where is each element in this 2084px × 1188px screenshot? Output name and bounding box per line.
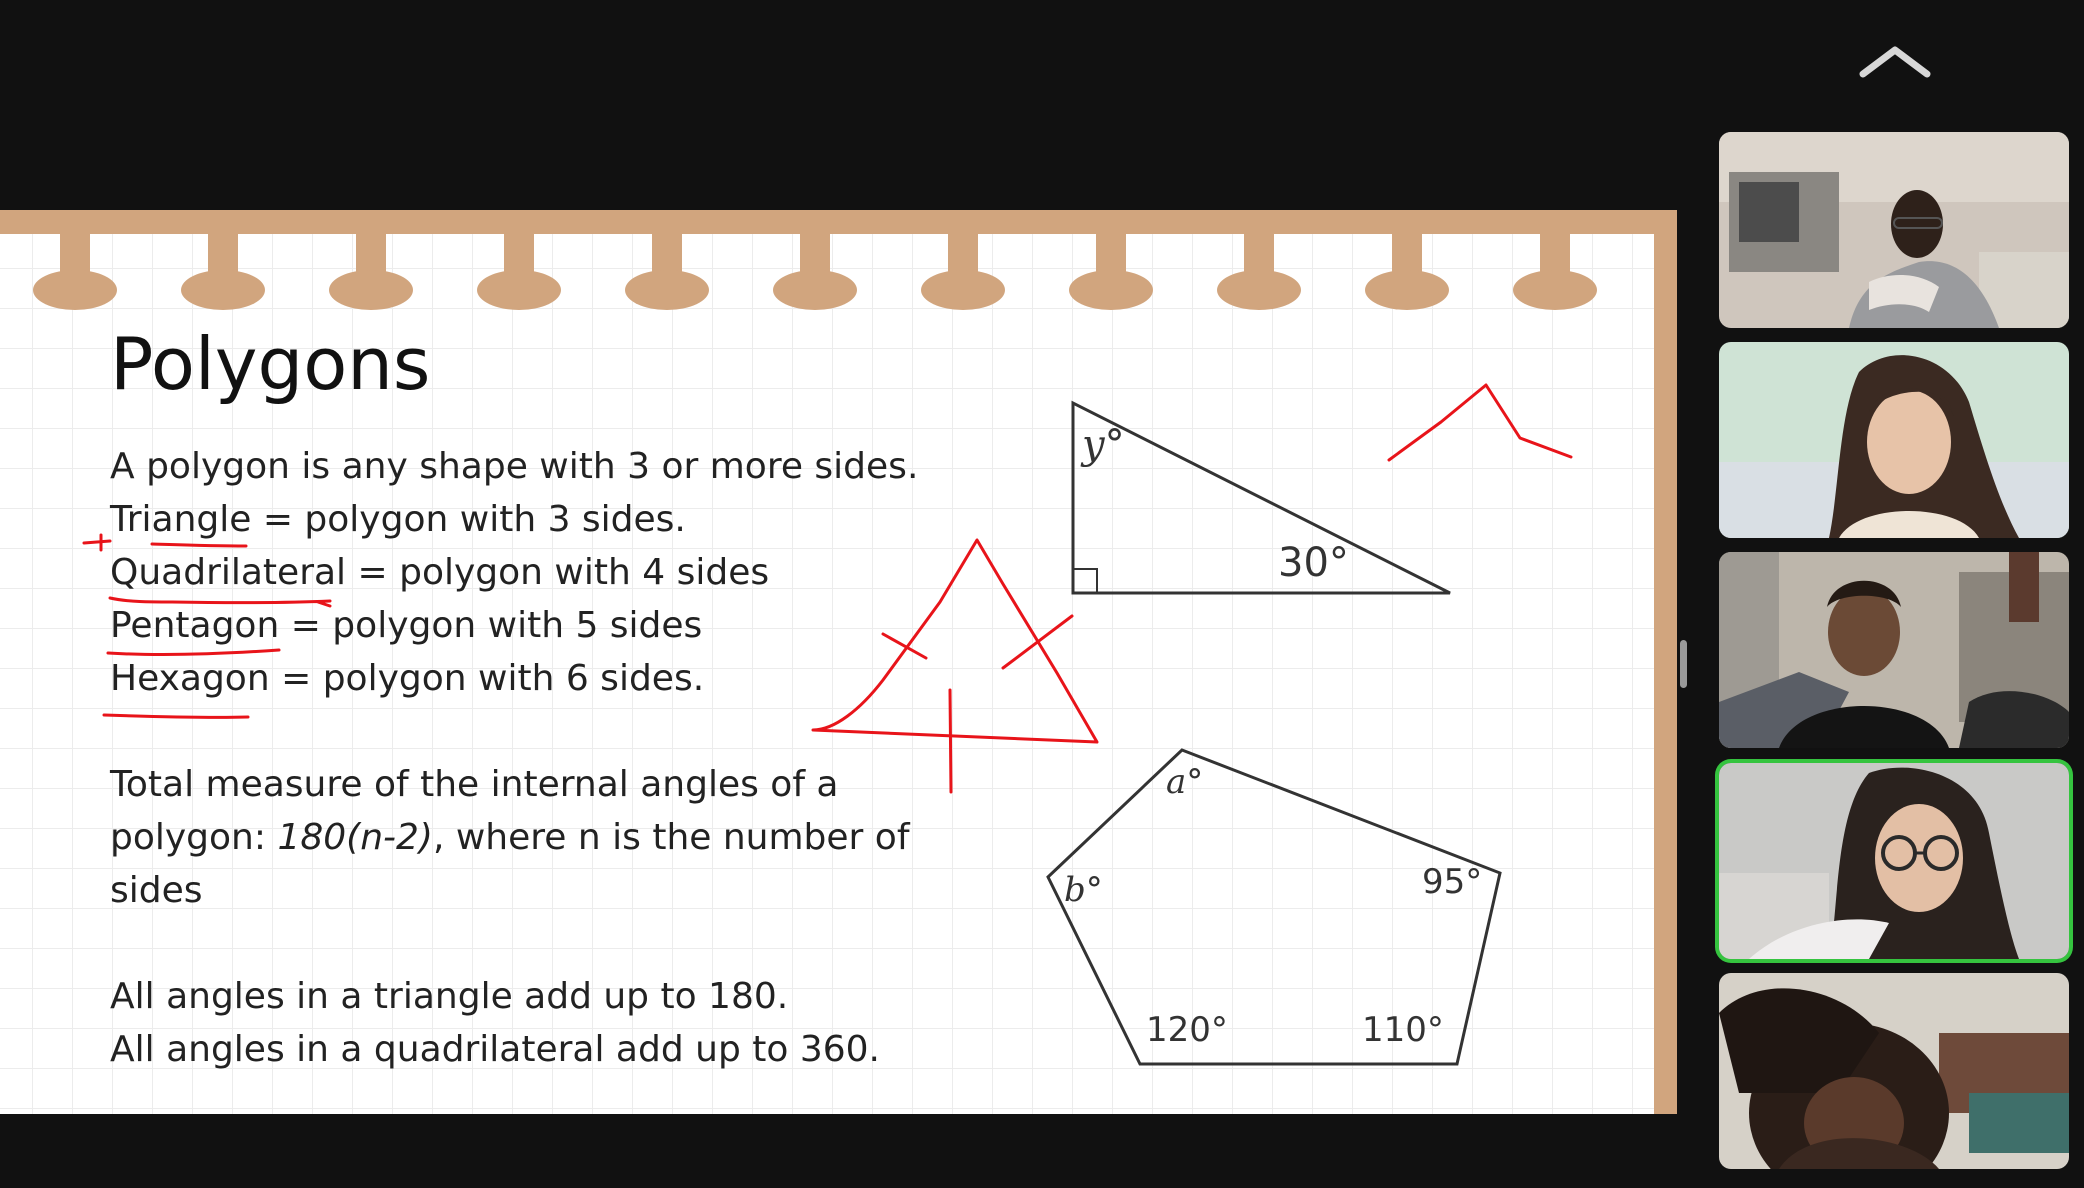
slide-title: Polygons <box>110 322 431 406</box>
annotation-underline-hexagon <box>102 713 250 719</box>
definition-line: Quadrilateral = polygon with 4 sides <box>110 552 770 593</box>
participant-video-feed <box>1719 973 2069 1169</box>
participant-video[interactable] <box>1719 132 2069 328</box>
annotation-tick-left <box>881 632 928 660</box>
participant-video-feed <box>1719 132 2069 328</box>
participant-video[interactable] <box>1719 342 2069 538</box>
angle-sum-line: All angles in a quadrilateral add up to … <box>110 1029 880 1070</box>
annotation-drawn-triangle <box>811 538 1099 744</box>
binder-tabs <box>33 234 1597 310</box>
pentagon-label-b: b° <box>1064 870 1103 910</box>
formula-expression: 180(n-2) <box>277 817 433 858</box>
triangle-label-y: y° <box>1082 422 1125 468</box>
shared-slide: Polygons A polygon is any shape with 3 o… <box>0 210 1677 1114</box>
formula-prefix: polygon: <box>110 817 278 858</box>
pentagon-label-a: a° <box>1166 762 1204 802</box>
participant-video-feed <box>1719 763 2069 959</box>
participant-video-feed <box>1719 342 2069 538</box>
definition-line: Triangle = polygon with 3 sides. <box>110 499 686 540</box>
pentagon-label-95: 95° <box>1422 862 1483 902</box>
pentagon-label-120: 120° <box>1146 1010 1228 1050</box>
formula-line-1: Total measure of the internal angles of … <box>110 764 839 805</box>
annotation-tick-bottom <box>948 688 953 794</box>
resize-handle[interactable] <box>1680 640 1687 688</box>
collapse-button[interactable] <box>1855 40 1935 80</box>
participant-video[interactable] <box>1719 552 2069 748</box>
definition-line: Hexagon = polygon with 6 sides. <box>110 658 705 699</box>
angle-sum-line: All angles in a triangle add up to 180. <box>110 976 789 1017</box>
participant-video[interactable] <box>1719 973 2069 1169</box>
formula-line-3: sides <box>110 870 203 911</box>
participant-video-active-speaker[interactable] <box>1719 763 2069 959</box>
formula-line-2: polygon: 180(n-2), where n is the number… <box>110 811 910 864</box>
definition-line: A polygon is any shape with 3 or more si… <box>110 446 919 487</box>
annotation-tick-right <box>1001 614 1074 670</box>
formula-suffix: , where n is the number of <box>432 817 910 858</box>
triangle-label-30: 30° <box>1278 540 1349 586</box>
pentagon-label-110: 110° <box>1362 1010 1444 1050</box>
definition-line: Pentagon = polygon with 5 sides <box>110 605 703 646</box>
right-triangle-diagram <box>1071 400 1451 595</box>
annotation-drawn-caret <box>1387 383 1573 462</box>
chevron-up-icon <box>1859 46 1931 78</box>
participant-video-feed <box>1719 552 2069 748</box>
